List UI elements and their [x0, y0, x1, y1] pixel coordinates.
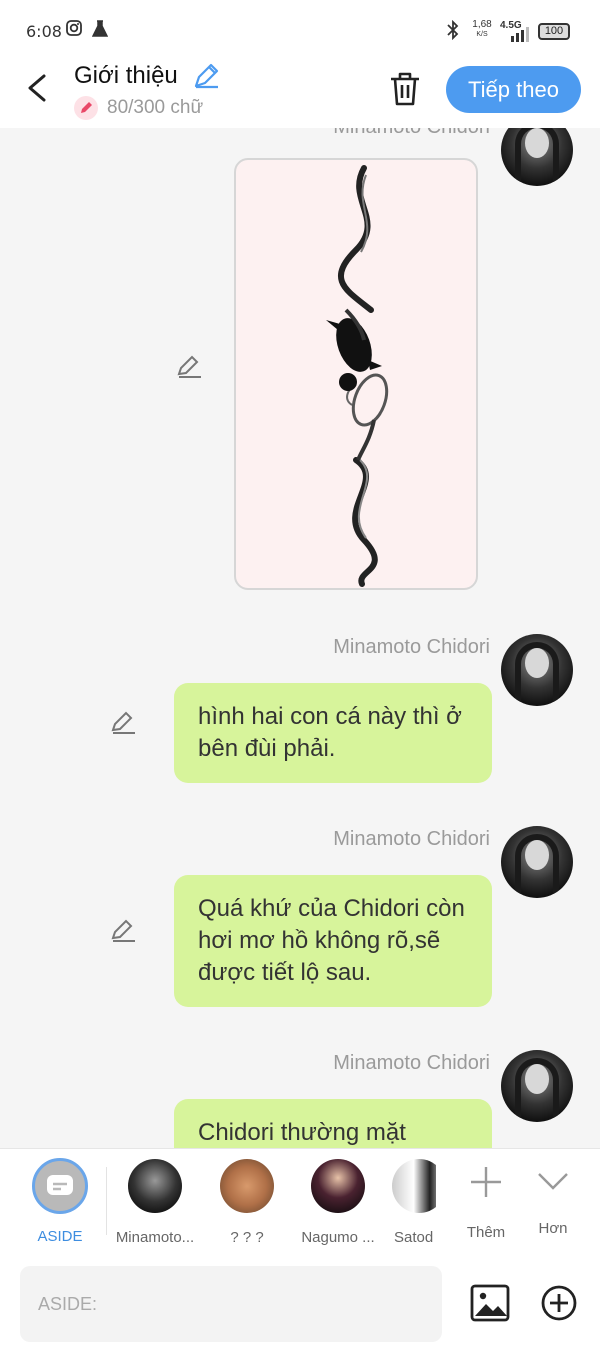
character-nagumo[interactable]: Nagumo ...: [298, 1149, 378, 1246]
image-icon[interactable]: [470, 1284, 510, 1322]
message-image[interactable]: [234, 158, 478, 590]
character-satoo[interactable]: Satod: [392, 1149, 436, 1246]
battery-icon: 100: [538, 23, 570, 40]
input-area: ASIDE:: [0, 1256, 600, 1353]
character-aside[interactable]: ASIDE: [22, 1149, 98, 1245]
header: Giới thiệu 80/300 chữ Tiếp theo: [0, 62, 600, 128]
message-bubble[interactable]: Chidori thường mặt: [174, 1099, 492, 1148]
message-bubble[interactable]: hình hai con cá này thì ở bên đùi phải.: [174, 683, 492, 783]
koi-fish-tattoo-image: [326, 165, 389, 587]
sender-name: Minamoto Chidori: [333, 636, 490, 658]
add-circle-icon[interactable]: [540, 1284, 578, 1322]
avatar[interactable]: [501, 634, 573, 706]
avatar[interactable]: [501, 826, 573, 898]
char-counter: 80/300 chữ: [74, 96, 203, 120]
avatar: [220, 1159, 274, 1213]
instagram-icon: [66, 20, 82, 36]
pencil-badge-icon: [74, 96, 98, 120]
aside-chat-icon: [32, 1158, 88, 1214]
status-time: 6:08: [26, 22, 62, 41]
edit-title-icon[interactable]: [192, 60, 222, 90]
character-unknown[interactable]: ? ? ?: [212, 1149, 282, 1246]
edit-message-icon[interactable]: [110, 918, 138, 944]
bluetooth-icon: [447, 20, 459, 40]
edit-message-icon[interactable]: [110, 710, 138, 736]
back-arrow-icon[interactable]: [24, 72, 52, 104]
divider: [106, 1167, 107, 1235]
plus-icon: [471, 1167, 501, 1197]
message-input[interactable]: ASIDE:: [20, 1266, 442, 1342]
signal-icon: [511, 27, 529, 42]
edit-message-icon[interactable]: [176, 354, 204, 380]
character-minamoto[interactable]: Minamoto...: [112, 1149, 198, 1246]
character-bar: ASIDE Minamoto... ? ? ? Nagumo ... Satod…: [0, 1148, 600, 1257]
chevron-down-icon: [538, 1173, 568, 1190]
sender-name: Minamoto Chidori: [333, 1052, 490, 1074]
sender-name: Minamoto Chidori: [333, 128, 490, 139]
avatar: [392, 1159, 436, 1213]
sender-name: Minamoto Chidori: [333, 828, 490, 850]
add-character-button[interactable]: Thêm: [456, 1149, 516, 1241]
network-speed: 1,68 K/S: [472, 19, 492, 39]
status-bar: 6:08 1,68 K/S 4.5G 100: [0, 0, 600, 62]
avatar[interactable]: [501, 128, 573, 186]
page-title: Giới thiệu: [74, 62, 178, 89]
avatar: [128, 1159, 182, 1213]
avatar: [311, 1159, 365, 1213]
chat-area[interactable]: Minamoto Chidori Minamoto Chidori hình h…: [0, 128, 600, 1148]
next-button[interactable]: Tiếp theo: [446, 66, 581, 113]
trash-icon[interactable]: [388, 70, 422, 108]
message-bubble[interactable]: Quá khứ của Chidori còn hơi mơ hồ không …: [174, 875, 492, 1007]
collapse-button[interactable]: Hơn: [524, 1149, 582, 1237]
char-count-text: 80/300 chữ: [107, 97, 204, 118]
avatar[interactable]: [501, 1050, 573, 1122]
flask-icon: [92, 20, 108, 37]
